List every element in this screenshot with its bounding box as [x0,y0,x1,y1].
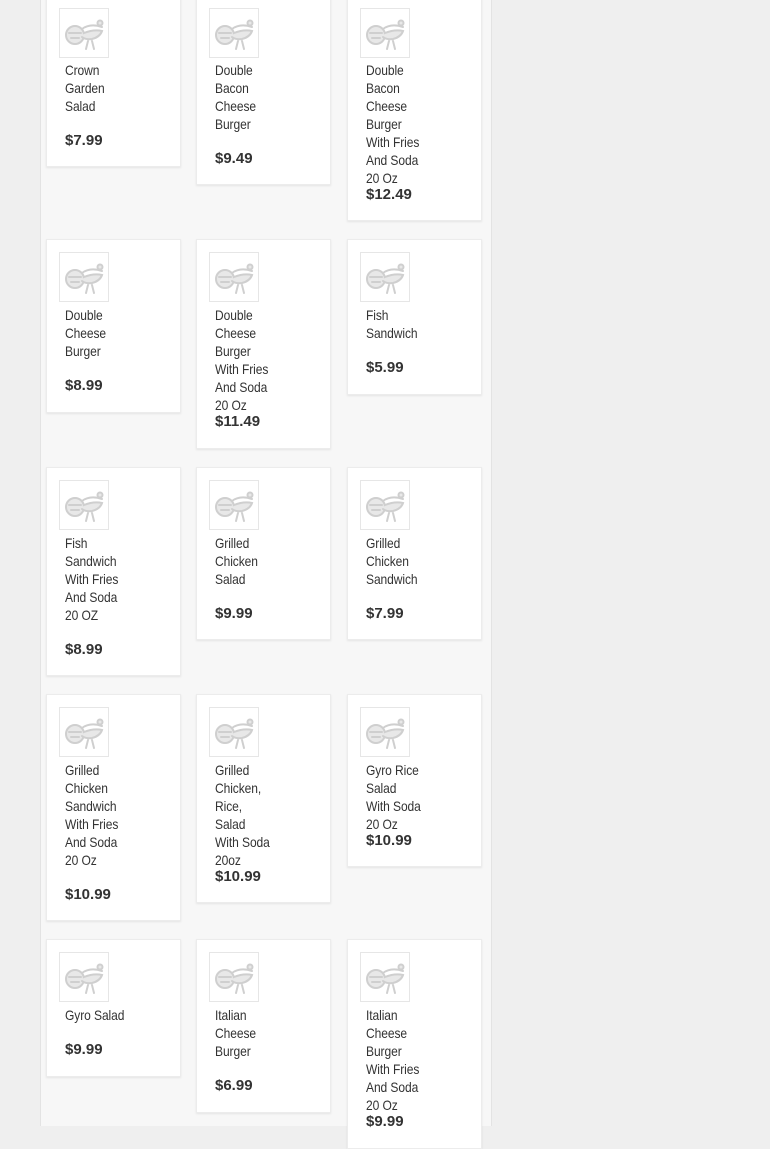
food-placeholder-icon [59,952,109,1002]
food-placeholder-icon [59,480,109,530]
food-placeholder-icon [209,707,259,757]
menu-item-card[interactable]: Gyro Rice Salad With Soda 20 Oz $10.99 [347,694,482,867]
item-name: Fish Sandwich [366,307,418,341]
menu-item-card[interactable]: Grilled Chicken Sandwich $7.99 [347,467,482,640]
food-placeholder-icon [209,8,259,58]
menu-item-card[interactable]: Italian Cheese Burger With Fries And Sod… [347,939,482,1149]
food-placeholder-icon [209,952,259,1002]
menu-item-card[interactable]: Double Cheese Burger With Fries And Soda… [196,239,331,449]
item-price: $5.99 [366,359,404,376]
item-price: $7.99 [65,132,103,149]
item-name: Double Bacon Cheese Burger With Fries An… [366,62,420,186]
food-placeholder-icon [59,8,109,58]
item-price: $7.99 [366,605,404,622]
food-placeholder-icon [59,707,109,757]
item-name: Double Cheese Burger With Fries And Soda… [215,307,269,413]
item-price: $11.49 [215,413,261,430]
item-name: Italian Cheese Burger [215,1007,256,1059]
menu-item-card[interactable]: Crown Garden Salad $7.99 [46,0,181,167]
food-placeholder-icon [59,252,109,302]
item-name: Gyro Salad [65,1007,125,1023]
item-name: Grilled Chicken Salad [215,535,258,587]
menu-item-card[interactable]: Grilled Chicken, Rice, Salad With Soda 2… [196,694,331,903]
menu-item-card[interactable]: Fish Sandwich $5.99 [347,239,482,395]
menu-item-card[interactable]: Double Cheese Burger $8.99 [46,239,181,413]
food-placeholder-icon [360,952,410,1002]
item-price: $9.99 [65,1041,103,1058]
item-name: Gyro Rice Salad With Soda 20 Oz [366,762,421,832]
food-placeholder-icon [209,480,259,530]
menu-item-card[interactable]: Double Bacon Cheese Burger With Fries An… [347,0,482,221]
menu-item-card[interactable]: Grilled Chicken Salad $9.99 [196,467,331,640]
item-name: Grilled Chicken Sandwich With Fries And … [65,762,119,868]
menu-item-card[interactable]: Grilled Chicken Sandwich With Fries And … [46,694,181,921]
item-price: $10.99 [65,886,111,903]
item-price: $9.49 [215,150,253,167]
item-name: Grilled Chicken Sandwich [366,535,418,587]
item-name: Italian Cheese Burger With Fries And Sod… [366,1007,420,1113]
item-name: Double Bacon Cheese Burger [215,62,256,132]
item-price: $6.99 [215,1077,253,1094]
item-price: $9.99 [215,605,253,622]
food-placeholder-icon [360,707,410,757]
menu-item-card[interactable]: Fish Sandwich With Fries And Soda 20 OZ … [46,467,181,676]
menu-panel: Crown Garden Salad $7.99 Double Bacon Ch… [40,0,492,1149]
menu-item-card[interactable]: Gyro Salad $9.99 [46,939,181,1077]
item-name: Grilled Chicken, Rice, Salad With Soda 2… [215,762,270,868]
item-price: $10.99 [366,832,412,849]
item-name: Crown Garden Salad [65,62,105,114]
item-price: $12.49 [366,186,412,203]
item-price: $8.99 [65,377,103,394]
food-placeholder-icon [360,8,410,58]
item-price: $9.99 [366,1113,404,1130]
item-name: Fish Sandwich With Fries And Soda 20 OZ [65,535,119,623]
item-price: $8.99 [65,641,103,658]
menu-item-card[interactable]: Italian Cheese Burger $6.99 [196,939,331,1113]
food-placeholder-icon [209,252,259,302]
item-name: Double Cheese Burger [65,307,106,359]
item-price: $10.99 [215,868,261,885]
food-placeholder-icon [360,252,410,302]
menu-item-card[interactable]: Double Bacon Cheese Burger $9.49 [196,0,331,185]
food-placeholder-icon [360,480,410,530]
